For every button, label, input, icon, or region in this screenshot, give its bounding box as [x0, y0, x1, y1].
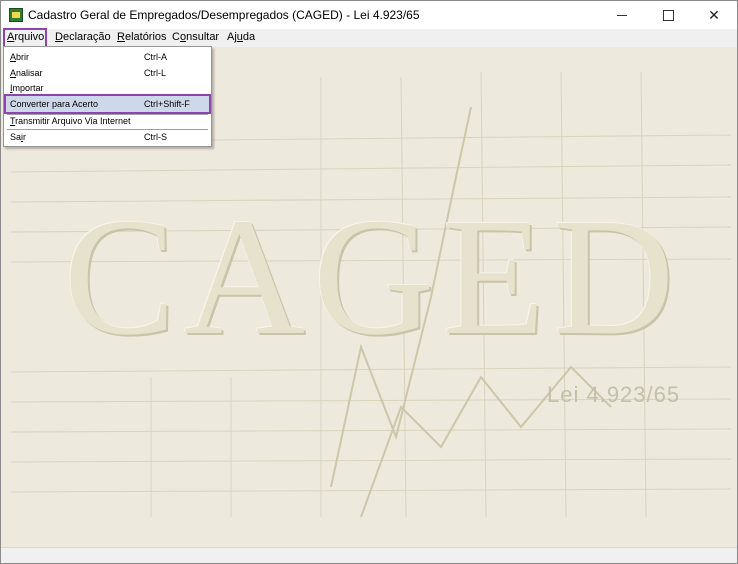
menu-item-abrir-text: brir	[16, 52, 30, 62]
menu-item-importar-text: mportar	[12, 83, 44, 93]
menu-item-analisar[interactable]: Analisar Ctrl-L	[5, 65, 210, 81]
menu-item-converter-para-acerto[interactable]: Converter para Acerto Ctrl+Shift-F	[4, 94, 211, 114]
menu-item-sair-prefix: Sa	[10, 132, 22, 142]
menu-bar: Arquivo Declaração Relatórios Consultar …	[1, 28, 737, 48]
caged-app-icon[interactable]	[9, 8, 23, 22]
arquivo-dropdown-menu: Abrir Ctrl-A Analisar Ctrl-L Importar Co…	[3, 46, 212, 147]
menu-ajuda-label: da	[242, 31, 256, 43]
window-title: Cadastro Geral de Empregados/Desempregad…	[28, 8, 420, 22]
menu-item-transmitir-text: ransmitir Arquivo Via Internet	[15, 116, 131, 126]
menu-relatorios-label: elatórios	[124, 31, 167, 43]
menu-item-sair-shortcut: Ctrl-S	[144, 132, 167, 142]
menu-item-importar-label: Importar	[10, 80, 44, 96]
menu-item-importar[interactable]: Importar	[5, 80, 210, 96]
law-subtitle-watermark: Lei 4.923/65	[547, 382, 681, 407]
menu-declaracao-mnemonic: D	[55, 31, 63, 43]
menu-consultar-prefix: C	[172, 31, 180, 43]
menu-item-abrir[interactable]: Abrir Ctrl-A	[5, 49, 210, 65]
menu-declaracao-label: eclaração	[62, 31, 111, 43]
app-window: Cadastro Geral de Empregados/Desempregad…	[0, 0, 738, 564]
menu-item-analisar-shortcut: Ctrl-L	[144, 68, 166, 78]
menu-item-converter-label: Converter para Acerto	[10, 99, 99, 109]
menu-relatorios-mnemonic: R	[117, 31, 125, 43]
menu-item-sair-text: r	[23, 132, 27, 142]
minimize-icon	[617, 14, 627, 16]
menu-item-analisar-text: nalisar	[16, 68, 43, 78]
title-bar[interactable]: Cadastro Geral de Empregados/Desempregad…	[1, 1, 737, 29]
menu-item-sair-label: Sair	[10, 129, 26, 145]
menu-item-transmitir-label: Transmitir Arquivo Via Internet	[10, 113, 131, 129]
caged-logo-watermark: CAGED	[63, 184, 683, 370]
maximize-button[interactable]	[645, 1, 691, 29]
menu-arquivo[interactable]: Arquivo	[3, 28, 47, 48]
menu-consultar-label: nsultar	[186, 31, 220, 43]
close-button[interactable]: ✕	[691, 1, 737, 29]
menu-ajuda[interactable]: Ajuda	[227, 29, 255, 47]
menu-item-analisar-label: Analisar	[10, 65, 43, 81]
menu-item-transmitir-arquivo[interactable]: Transmitir Arquivo Via Internet	[5, 113, 210, 129]
menu-item-converter-shortcut: Ctrl+Shift-F	[144, 99, 190, 109]
menu-consultar[interactable]: Consultar	[172, 29, 219, 47]
close-icon: ✕	[708, 6, 720, 23]
menu-item-sair[interactable]: Sair Ctrl-S	[5, 129, 210, 145]
status-bar	[1, 547, 737, 563]
menu-ajuda-prefix: Aj	[227, 31, 237, 43]
menu-declaracao[interactable]: Declaração	[55, 29, 111, 47]
menu-item-abrir-shortcut: Ctrl-A	[144, 52, 167, 62]
menu-arquivo-label: rquivo	[14, 31, 45, 43]
minimize-button[interactable]	[599, 1, 645, 29]
menu-item-abrir-label: Abrir	[10, 49, 29, 65]
maximize-icon	[662, 9, 674, 21]
menu-relatorios[interactable]: Relatórios	[117, 29, 167, 47]
